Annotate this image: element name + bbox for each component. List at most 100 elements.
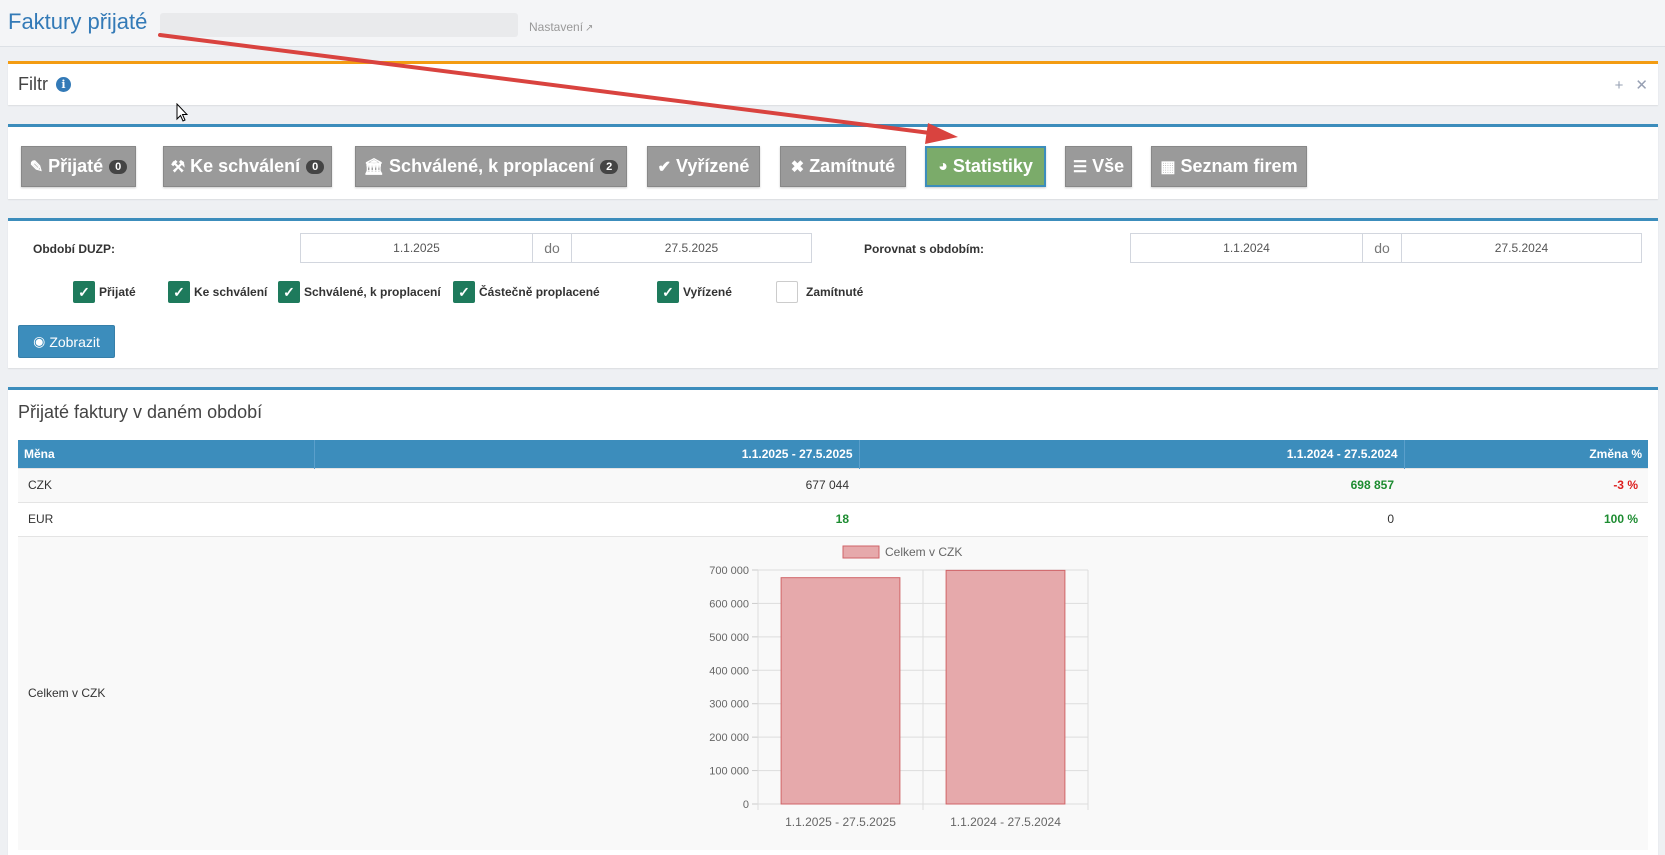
x-tick-label: 1.1.2024 - 27.5.2024 xyxy=(950,815,1061,829)
column-header[interactable]: Měna xyxy=(18,440,315,468)
mouse-cursor-icon xyxy=(176,103,188,122)
column-header[interactable]: Změna % xyxy=(1404,440,1648,468)
checkbox-label: Schválené, k proplacení xyxy=(304,285,441,299)
current-value-cell: 18 xyxy=(314,501,859,536)
x-tick-label: 1.1.2025 - 27.5.2025 xyxy=(785,815,896,829)
bar xyxy=(780,577,901,805)
y-tick-label: 600 000 xyxy=(709,598,749,610)
column-header[interactable]: 1.1.2025 - 27.5.2025 xyxy=(314,440,860,468)
tab-badge: 0 xyxy=(109,159,128,174)
checkbox-checked-icon: ✓ xyxy=(73,281,95,303)
check-icon: ✔ xyxy=(657,158,672,176)
checkbox-unchecked-icon xyxy=(776,281,798,303)
period-to-input[interactable]: 27.5.2025 xyxy=(572,234,811,262)
currency-cell: CZK xyxy=(18,467,314,502)
checkbox-label: Částečně proplacené xyxy=(479,285,600,299)
checkbox-ke-schvaleni[interactable]: ✓ Ke schválení xyxy=(168,281,267,303)
tab-statistiky[interactable]: ◕ Statistiky xyxy=(925,146,1046,187)
currency-cell: EUR xyxy=(18,501,314,536)
y-tick-label: 200 000 xyxy=(709,732,749,744)
table-row: EUR 18 0 100 % xyxy=(18,501,1648,536)
stats-title: Přijaté faktury v daném období xyxy=(18,402,263,422)
period-from-input[interactable]: 1.1.2025 xyxy=(301,234,532,262)
filter-header[interactable]: Filtr i xyxy=(18,74,72,95)
external-link-icon: ↗ xyxy=(585,23,594,34)
compare-separator: do xyxy=(1362,234,1402,262)
legend-swatch xyxy=(842,545,880,559)
y-tick-label: 100 000 xyxy=(709,766,749,778)
checkbox-checked-icon: ✓ xyxy=(278,281,300,303)
checkbox-checked-icon: ✓ xyxy=(168,281,190,303)
bar-chart: Celkem v CZK 0 100 000 200 000 300 000 400 00… xyxy=(709,545,1089,829)
page-title: Faktury přijaté xyxy=(8,9,148,34)
chart-row-label: Celkem v CZK xyxy=(18,535,314,850)
checkbox-zamitnute[interactable]: Zamítnuté xyxy=(776,281,863,303)
tab-seznam-firem[interactable]: ▦ Seznam firem xyxy=(1151,146,1307,187)
tab-label: Přijaté xyxy=(48,156,104,176)
settings-link[interactable]: Nastavení ↗ xyxy=(529,20,593,34)
checkbox-prijate[interactable]: ✓ Přijaté xyxy=(73,281,136,303)
checkbox-vyrizene[interactable]: ✓ Vyřízené xyxy=(657,281,732,303)
checkbox-checked-icon: ✓ xyxy=(657,281,679,303)
legend-label: Celkem v CZK xyxy=(885,545,962,559)
y-tick-label: 300 000 xyxy=(709,699,749,711)
blurred-company-name xyxy=(160,13,518,37)
page-header: Faktury přijaté Nastavení ↗ xyxy=(0,0,1665,47)
tab-label: Vyřízené xyxy=(676,156,750,176)
panel-tools: + ✕ xyxy=(1603,76,1648,94)
compare-from-input[interactable]: 1.1.2024 xyxy=(1131,234,1362,262)
gavel-icon: ⚒ xyxy=(170,158,186,176)
building-icon: ▦ xyxy=(1160,158,1176,176)
tab-label: Ke schválení xyxy=(190,156,301,176)
tab-prijate[interactable]: ✎ Přijaté 0 xyxy=(21,146,136,187)
period-form-panel: Období DUZP: 1.1.2025 do 27.5.2025 Porov… xyxy=(8,218,1658,368)
tab-label: Statistiky xyxy=(952,156,1033,176)
y-tick-label: 500 000 xyxy=(709,632,749,644)
y-tick-label: 400 000 xyxy=(709,665,749,677)
previous-value-cell: 0 xyxy=(859,501,1404,536)
y-tick-label: 700 000 xyxy=(709,565,749,577)
current-value-cell: 677 044 xyxy=(314,467,859,502)
compare-to-input[interactable]: 27.5.2024 xyxy=(1402,234,1641,262)
tab-label: Zamítnuté xyxy=(809,156,896,176)
tab-vse[interactable]: ☰ Vše xyxy=(1065,146,1132,187)
filter-panel: Filtr i + ✕ xyxy=(8,61,1658,105)
tab-label: Vše xyxy=(1092,156,1125,176)
filter-title: Filtr xyxy=(18,74,48,94)
tab-label: Schválené, k proplacení xyxy=(389,156,595,176)
checkbox-label: Přijaté xyxy=(99,285,136,299)
settings-label: Nastavení xyxy=(529,20,584,34)
change-cell: -3 % xyxy=(1404,467,1648,502)
checkbox-label: Vyřízené xyxy=(683,285,732,299)
plus-icon[interactable]: + xyxy=(1615,77,1624,94)
checkbox-schvalene[interactable]: ✓ Schválené, k proplacení xyxy=(278,281,441,303)
show-button-label: Zobrazit xyxy=(49,333,100,350)
period-label: Období DUZP: xyxy=(33,242,115,256)
table-header-row: Měna 1.1.2025 - 27.5.2025 1.1.2024 - 27.… xyxy=(18,440,1648,468)
times-icon: ✖ xyxy=(790,158,805,176)
close-icon[interactable]: ✕ xyxy=(1635,77,1648,94)
checkbox-label: Zamítnuté xyxy=(806,285,864,299)
previous-value-cell: 698 857 xyxy=(859,467,1404,502)
tab-ke-schvaleni[interactable]: ⚒ Ke schválení 0 xyxy=(163,146,332,187)
tab-schvalene[interactable]: 🏛 Schválené, k proplacení 2 xyxy=(355,146,627,187)
column-header[interactable]: 1.1.2024 - 27.5.2024 xyxy=(859,440,1405,468)
tab-badge: 2 xyxy=(600,159,619,174)
period-separator: do xyxy=(532,234,572,262)
tab-vyrizene[interactable]: ✔ Vyřízené xyxy=(647,146,760,187)
show-button[interactable]: ◉ Zobrazit xyxy=(18,325,115,358)
period-date-range: 1.1.2025 do 27.5.2025 xyxy=(300,233,812,263)
tab-zamitnute[interactable]: ✖ Zamítnuté xyxy=(780,146,906,187)
checkbox-castecne-proplacene[interactable]: ✓ Částečně proplacené xyxy=(453,281,600,303)
y-tick-label: 0 xyxy=(743,799,749,811)
checkbox-checked-icon: ✓ xyxy=(453,281,475,303)
compare-label: Porovnat s obdobím: xyxy=(864,242,984,256)
eye-icon: ◉ xyxy=(33,333,46,349)
info-circle-icon[interactable]: i xyxy=(56,77,72,92)
pie-chart-icon: ◕ xyxy=(938,157,948,175)
bar xyxy=(945,569,1066,805)
edit-icon: ✎ xyxy=(29,158,44,176)
tab-label: Seznam firem xyxy=(1180,156,1298,176)
tab-badge: 0 xyxy=(306,159,325,174)
bank-icon: 🏛 xyxy=(363,158,385,176)
